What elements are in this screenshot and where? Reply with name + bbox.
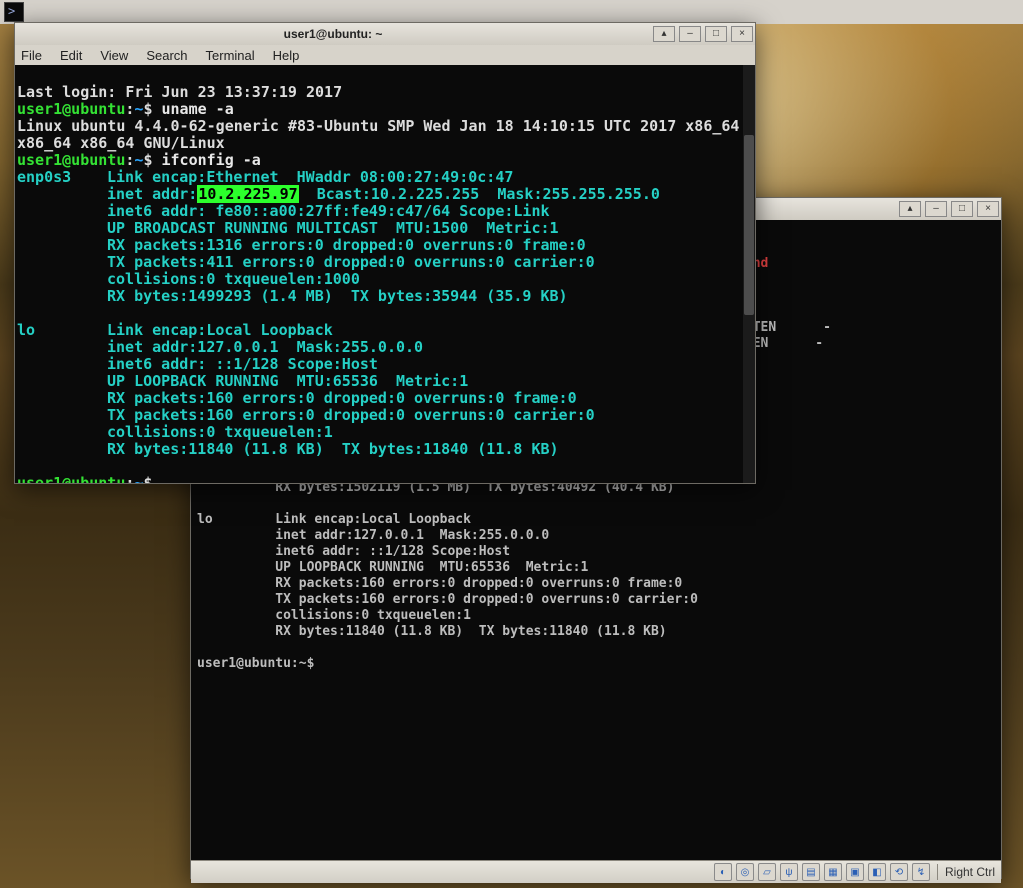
- terminal-title: user1@ubuntu: ~: [284, 27, 383, 41]
- iface-lo-name: lo: [17, 322, 107, 339]
- separator: [937, 864, 938, 880]
- network-icon[interactable]: ▦: [824, 863, 842, 881]
- terminal-window[interactable]: user1@ubuntu: ~ ▴ – □ × File Edit View S…: [14, 22, 756, 484]
- shared-folders-icon[interactable]: ▤: [802, 863, 820, 881]
- uname-output: Linux ubuntu 4.4.0-62-generic #83-Ubuntu…: [17, 118, 747, 152]
- menu-help[interactable]: Help: [273, 48, 300, 63]
- iface-enp0s3-name: enp0s3: [17, 169, 107, 186]
- cmd-uname: uname -a: [162, 100, 234, 118]
- floppy-icon[interactable]: ▱: [758, 863, 776, 881]
- display-icon[interactable]: ▣: [846, 863, 864, 881]
- terminal-menubar[interactable]: File Edit View Search Terminal Help: [15, 45, 755, 65]
- stayontop-button[interactable]: ▴: [653, 26, 675, 42]
- prompt-user: user1@ubuntu: [17, 100, 125, 118]
- stayontop-button[interactable]: ▴: [899, 201, 921, 217]
- host-key-label: Right Ctrl: [945, 865, 995, 879]
- close-button[interactable]: ×: [977, 201, 999, 217]
- mouse-integration-icon[interactable]: ↯: [912, 863, 930, 881]
- terminal-cursor[interactable]: [162, 476, 171, 483]
- optical-icon[interactable]: ◎: [736, 863, 754, 881]
- vm-prompt-idle[interactable]: user1@ubuntu:~$: [197, 656, 322, 671]
- iface-lo: lo Link encap:Local Loopback: [197, 512, 471, 527]
- cmd-ifconfig: ifconfig -a: [162, 151, 261, 169]
- terminal-taskbar-icon[interactable]: [4, 2, 24, 22]
- prompt-path: ~: [134, 100, 143, 118]
- menu-terminal[interactable]: Terminal: [206, 48, 255, 63]
- close-button[interactable]: ×: [731, 26, 753, 42]
- menu-file[interactable]: File: [21, 48, 42, 63]
- maximize-button[interactable]: □: [705, 26, 727, 42]
- last-login: Last login: Fri Jun 23 13:37:19 2017: [17, 83, 342, 101]
- menu-view[interactable]: View: [100, 48, 128, 63]
- menu-edit[interactable]: Edit: [60, 48, 82, 63]
- minimize-button[interactable]: –: [679, 26, 701, 42]
- drag-drop-icon[interactable]: ⟲: [890, 863, 908, 881]
- maximize-button[interactable]: □: [951, 201, 973, 217]
- virtualbox-statusbar: ◐ ◎ ▱ ψ ▤ ▦ ▣ ◧ ⟲ ↯ Right Ctrl: [191, 860, 1001, 883]
- terminal-titlebar[interactable]: user1@ubuntu: ~ ▴ – □ ×: [15, 23, 755, 45]
- menu-search[interactable]: Search: [146, 48, 187, 63]
- scrollbar-thumb[interactable]: [744, 135, 754, 315]
- inet-addr-highlight: 10.2.225.97: [197, 185, 298, 203]
- desktop-panel[interactable]: [0, 0, 1023, 24]
- hdd-icon[interactable]: ◐: [714, 863, 732, 881]
- minimize-button[interactable]: –: [925, 201, 947, 217]
- terminal-scrollbar[interactable]: [743, 65, 755, 483]
- clipboard-icon[interactable]: ◧: [868, 863, 886, 881]
- terminal-output[interactable]: Last login: Fri Jun 23 13:37:19 2017 use…: [15, 65, 755, 483]
- usb-icon[interactable]: ψ: [780, 863, 798, 881]
